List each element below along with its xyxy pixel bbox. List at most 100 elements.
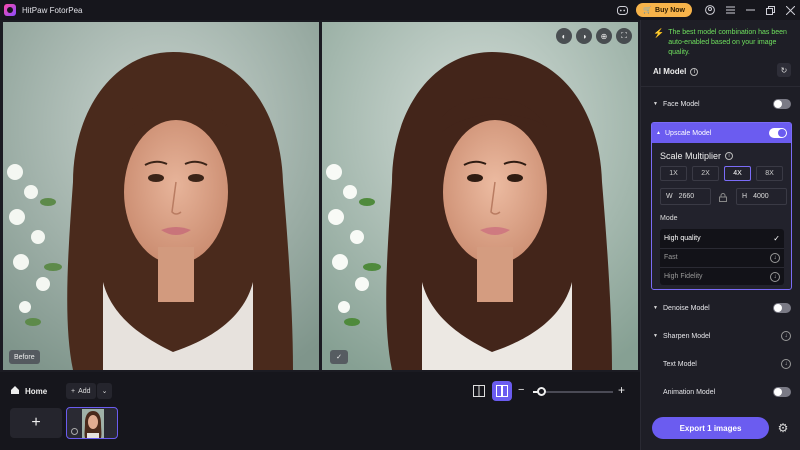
text-model-row[interactable]: Text Model ↓ bbox=[653, 357, 791, 371]
single-view-icon bbox=[473, 385, 485, 397]
compare-icon[interactable]: ◐ bbox=[556, 28, 572, 44]
split-view-icon bbox=[496, 385, 508, 397]
before-label: Before bbox=[9, 350, 40, 364]
scale-2x-button[interactable]: 2X bbox=[692, 166, 719, 181]
lock-ratio-icon[interactable] bbox=[717, 191, 729, 203]
face-model-row[interactable]: ▼ Face Model bbox=[653, 97, 791, 111]
animation-model-row[interactable]: Animation Model bbox=[653, 385, 791, 399]
chevron-down-icon: ⌄ bbox=[101, 388, 108, 395]
mode-high-quality[interactable]: High quality ✓ bbox=[660, 230, 784, 247]
mode-item-label: High Fidelity bbox=[664, 273, 703, 280]
close-icon[interactable] bbox=[780, 0, 800, 20]
menu-icon[interactable] bbox=[720, 0, 740, 20]
scale-8x-button[interactable]: 8X bbox=[756, 166, 783, 181]
before-image[interactable]: Before bbox=[3, 22, 319, 370]
info-icon[interactable]: i bbox=[725, 152, 734, 160]
denoise-model-row[interactable]: ▼ Denoise Model bbox=[653, 301, 791, 315]
refresh-icon: ↻ bbox=[780, 65, 788, 75]
width-field[interactable]: W 2660 bbox=[660, 188, 711, 205]
add-dropdown-button[interactable]: ⌄ bbox=[97, 383, 112, 399]
mode-item-label: Fast bbox=[664, 254, 678, 261]
upscale-model-section: ▲ Upscale Model Scale Multiplier i 1X 2X… bbox=[651, 122, 792, 290]
title-bar: HitPaw FotorPea 🛒 Buy Now bbox=[0, 0, 800, 20]
width-value: 2660 bbox=[678, 193, 695, 200]
ai-model-title: AI Model bbox=[653, 67, 687, 76]
image-thumbnail[interactable] bbox=[66, 407, 118, 439]
discord-icon[interactable] bbox=[612, 0, 632, 20]
home-label: Home bbox=[25, 386, 48, 396]
face-model-toggle[interactable] bbox=[773, 99, 791, 109]
app-logo-icon bbox=[4, 4, 16, 16]
check-icon: ✓ bbox=[773, 234, 780, 243]
download-icon[interactable]: ↓ bbox=[770, 271, 780, 282]
contrast-icon[interactable]: ◑ bbox=[576, 28, 592, 44]
height-field[interactable]: H 4000 bbox=[736, 188, 787, 205]
mode-fast[interactable]: Fast ↓ bbox=[660, 249, 784, 266]
download-icon[interactable]: ↓ bbox=[781, 359, 791, 369]
expand-icon: ▼ bbox=[653, 101, 658, 107]
animation-model-toggle[interactable] bbox=[773, 387, 791, 397]
height-value: 4000 bbox=[753, 193, 769, 200]
denoise-model-toggle[interactable] bbox=[773, 303, 791, 313]
expand-icon: ▼ bbox=[653, 305, 658, 311]
upscale-model-toggle[interactable] bbox=[769, 128, 787, 138]
upscale-model-label: Upscale Model bbox=[665, 129, 712, 137]
image-toolbar: ◐ ◑ ⊕ ⛶ bbox=[556, 28, 632, 44]
minimize-icon[interactable] bbox=[740, 0, 760, 20]
account-icon[interactable] bbox=[700, 0, 720, 20]
crop-icon[interactable]: ⛶ bbox=[616, 28, 632, 44]
download-icon[interactable]: ↓ bbox=[770, 252, 780, 263]
animation-model-label: Animation Model bbox=[663, 388, 716, 396]
single-view-button[interactable] bbox=[470, 382, 488, 400]
split-view-button[interactable] bbox=[492, 381, 512, 401]
mode-high-fidelity[interactable]: High Fidelity ↓ bbox=[660, 268, 784, 285]
app-title: HitPaw FotorPea bbox=[22, 5, 83, 15]
title-bar-controls: 🛒 Buy Now bbox=[612, 0, 800, 20]
scale-options: 1X 2X 4X 8X bbox=[660, 166, 783, 181]
restore-icon[interactable] bbox=[760, 0, 780, 20]
settings-gear-icon[interactable]: ⚙ bbox=[775, 420, 791, 436]
expand-icon: ▼ bbox=[653, 333, 658, 339]
zoom-icon[interactable]: ⊕ bbox=[596, 28, 612, 44]
mode-item-label: High quality bbox=[664, 235, 701, 242]
scale-1x-button[interactable]: 1X bbox=[660, 166, 687, 181]
height-label: H bbox=[742, 193, 748, 200]
plus-icon: + bbox=[71, 387, 76, 395]
export-button[interactable]: Export 1 images bbox=[652, 417, 769, 439]
add-button[interactable]: + Add bbox=[66, 383, 96, 399]
denoise-model-label: Denoise Model bbox=[663, 304, 710, 312]
ai-model-heading: AI Model i bbox=[653, 67, 699, 76]
face-model-label: Face Model bbox=[663, 100, 700, 108]
cart-icon: 🛒 bbox=[643, 7, 653, 14]
zoom-slider-handle[interactable] bbox=[537, 387, 546, 396]
lightning-icon: ⚡ bbox=[653, 28, 665, 38]
sharpen-model-row[interactable]: ▼ Sharpen Model ↓ bbox=[653, 329, 791, 343]
buy-now-button[interactable]: 🛒 Buy Now bbox=[636, 3, 692, 17]
settings-panel: ⚡ The best model combination has been au… bbox=[640, 20, 800, 450]
thumbnail-select-checkbox[interactable] bbox=[71, 428, 78, 435]
width-label: W bbox=[666, 193, 673, 200]
divider bbox=[641, 86, 800, 87]
auto-enable-notice: ⚡ The best model combination has been au… bbox=[653, 28, 793, 58]
mode-list: High quality ✓ Fast ↓ High Fidelity ↓ bbox=[660, 229, 784, 285]
home-button[interactable]: Home bbox=[10, 382, 47, 400]
add-image-tile[interactable]: + bbox=[10, 408, 62, 438]
reset-button[interactable]: ↻ bbox=[777, 63, 791, 77]
add-label: Add bbox=[78, 387, 91, 395]
collapse-icon: ▲ bbox=[656, 130, 661, 136]
scale-multiplier-title: Scale Multiplier bbox=[660, 151, 722, 161]
zoom-in-button[interactable]: + bbox=[618, 383, 625, 397]
info-icon[interactable]: i bbox=[690, 67, 699, 76]
after-indicator: ✓ bbox=[330, 350, 348, 364]
portrait-before-image bbox=[3, 22, 319, 370]
thumbnail-image bbox=[82, 409, 104, 438]
upscale-model-header[interactable]: ▲ Upscale Model bbox=[652, 123, 791, 143]
download-icon[interactable]: ↓ bbox=[781, 331, 791, 341]
text-model-label: Text Model bbox=[663, 360, 697, 368]
notice-text: The best model combination has been auto… bbox=[668, 29, 787, 56]
zoom-out-button[interactable]: − bbox=[518, 384, 524, 396]
scale-multiplier-heading: Scale Multiplier i bbox=[660, 151, 734, 161]
after-image[interactable]: ✓ ◐ ◑ ⊕ ⛶ bbox=[322, 22, 638, 370]
scale-4x-button[interactable]: 4X bbox=[724, 166, 751, 181]
home-icon bbox=[10, 385, 20, 397]
